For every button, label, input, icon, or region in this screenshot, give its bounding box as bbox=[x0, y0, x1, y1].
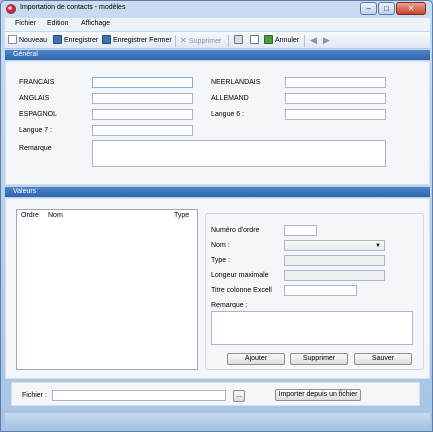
francais-label: FRANCAIS bbox=[19, 79, 55, 86]
allemand-field[interactable] bbox=[285, 93, 386, 104]
column-type[interactable]: Type bbox=[174, 212, 189, 219]
toolbar-separator bbox=[304, 35, 305, 47]
forward-button[interactable]: ▶ bbox=[323, 35, 330, 46]
fichier-label: Fichier : bbox=[22, 392, 47, 399]
ajouter-button[interactable]: Ajouter bbox=[227, 353, 285, 365]
langue6-field[interactable] bbox=[285, 109, 386, 120]
delete-label: Supprimer bbox=[189, 38, 222, 45]
new-document-icon bbox=[8, 35, 17, 44]
fichier-field[interactable] bbox=[52, 390, 226, 401]
minimize-button[interactable]: – bbox=[360, 2, 377, 15]
status-bar bbox=[5, 413, 430, 429]
general-panel: FRANCAIS ANGLAIS ESPAGNOL Langue 7 : Rem… bbox=[5, 61, 430, 185]
menu-fichier[interactable]: Fichier bbox=[15, 20, 36, 27]
print-preview-icon bbox=[250, 35, 259, 44]
app-icon bbox=[6, 4, 16, 14]
espagnol-field[interactable] bbox=[92, 109, 193, 120]
maximize-button[interactable]: □ bbox=[378, 2, 395, 15]
save-close-icon bbox=[102, 35, 111, 44]
longueur-max-field[interactable] bbox=[284, 270, 385, 281]
save-close-label: Enregistrer Fermer bbox=[113, 37, 172, 44]
arrow-left-icon: ◀ bbox=[310, 35, 317, 45]
remarque-field[interactable] bbox=[92, 140, 386, 167]
nom-label: Nom : bbox=[211, 242, 230, 249]
menu-bar: Fichier Edition Affichage bbox=[5, 18, 430, 31]
new-button[interactable]: Nouveau bbox=[8, 35, 47, 46]
save-label: Enregistrer bbox=[64, 37, 99, 44]
print-button[interactable] bbox=[234, 35, 245, 46]
toolbar: Nouveau Enregistrer Enregistrer Fermer ✕… bbox=[5, 32, 430, 49]
longueur-max-label: Longeur maximale bbox=[211, 272, 269, 279]
fichier-panel: Fichier : ... Importer depuis un fichier bbox=[11, 382, 420, 406]
langue6-label: Langue 6 : bbox=[211, 111, 245, 118]
menu-edition[interactable]: Edition bbox=[47, 20, 68, 27]
chevron-down-icon: ▼ bbox=[375, 243, 381, 249]
column-ordre[interactable]: Ordre bbox=[21, 212, 39, 219]
allemand-label: ALLEMAND bbox=[211, 95, 249, 102]
sauver-button[interactable]: Sauver bbox=[354, 353, 412, 365]
window-title: Importation de contacts - modèles bbox=[20, 4, 126, 11]
app-window: Importation de contacts - modèles – □ ✕ … bbox=[0, 0, 433, 432]
remarque-label: Remarque bbox=[19, 145, 52, 152]
print-icon bbox=[234, 35, 243, 44]
valeurs-list[interactable]: Ordre Nom Type bbox=[16, 209, 198, 370]
remarque-valeur-label: Remarque : bbox=[211, 302, 248, 309]
nom-select[interactable]: ▼ bbox=[284, 240, 385, 251]
import-button[interactable]: Importer depuis un fichier bbox=[275, 389, 361, 401]
menu-affichage[interactable]: Affichage bbox=[81, 20, 110, 27]
valeurs-header: Valeurs bbox=[5, 187, 430, 197]
titre-colonne-label: Titre colonne Excell bbox=[211, 287, 272, 294]
supprimer-valeur-button[interactable]: Supprimer bbox=[290, 353, 348, 365]
back-button[interactable]: ◀ bbox=[310, 35, 317, 46]
langue7-label: Langue 7 : bbox=[19, 127, 53, 134]
close-button[interactable]: ✕ bbox=[396, 2, 426, 15]
save-icon bbox=[53, 35, 62, 44]
print-preview-button[interactable] bbox=[250, 35, 261, 46]
francais-field[interactable] bbox=[92, 77, 193, 88]
numero-ordre-field[interactable] bbox=[284, 225, 317, 236]
delete-icon: ✕ bbox=[180, 36, 187, 45]
valeur-details: Numéro d'ordre Nom : ▼ Type : Longeur ma… bbox=[205, 213, 424, 370]
anglais-field[interactable] bbox=[92, 93, 193, 104]
titre-colonne-field[interactable] bbox=[284, 285, 357, 296]
arrow-right-icon: ▶ bbox=[323, 35, 330, 45]
langue7-field[interactable] bbox=[92, 125, 193, 136]
undo-button[interactable]: Annuler bbox=[264, 35, 299, 46]
save-button[interactable]: Enregistrer bbox=[53, 35, 98, 46]
type-label: Type : bbox=[211, 257, 231, 264]
column-nom[interactable]: Nom bbox=[48, 212, 63, 219]
valeurs-panel: Ordre Nom Type Numéro d'ordre Nom : ▼ Ty… bbox=[5, 198, 430, 379]
undo-icon bbox=[264, 35, 273, 44]
browse-button[interactable]: ... bbox=[233, 390, 245, 402]
new-label: Nouveau bbox=[19, 37, 48, 44]
title-bar: Importation de contacts - modèles – □ ✕ bbox=[1, 1, 432, 17]
general-header: Général bbox=[5, 50, 430, 60]
toolbar-separator bbox=[228, 35, 229, 47]
anglais-label: ANGLAIS bbox=[19, 95, 50, 102]
toolbar-separator bbox=[175, 35, 176, 47]
save-close-button[interactable]: Enregistrer Fermer bbox=[102, 35, 172, 46]
delete-button[interactable]: ✕ Supprimer bbox=[180, 35, 221, 46]
type-field[interactable] bbox=[284, 255, 385, 266]
neerlandais-field[interactable] bbox=[285, 77, 386, 88]
numero-ordre-label: Numéro d'ordre bbox=[211, 227, 260, 234]
remarque-valeur-field[interactable] bbox=[211, 311, 413, 345]
undo-label: Annuler bbox=[275, 37, 300, 44]
neerlandais-label: NEERLANDAIS bbox=[211, 79, 261, 86]
espagnol-label: ESPAGNOL bbox=[19, 111, 57, 118]
